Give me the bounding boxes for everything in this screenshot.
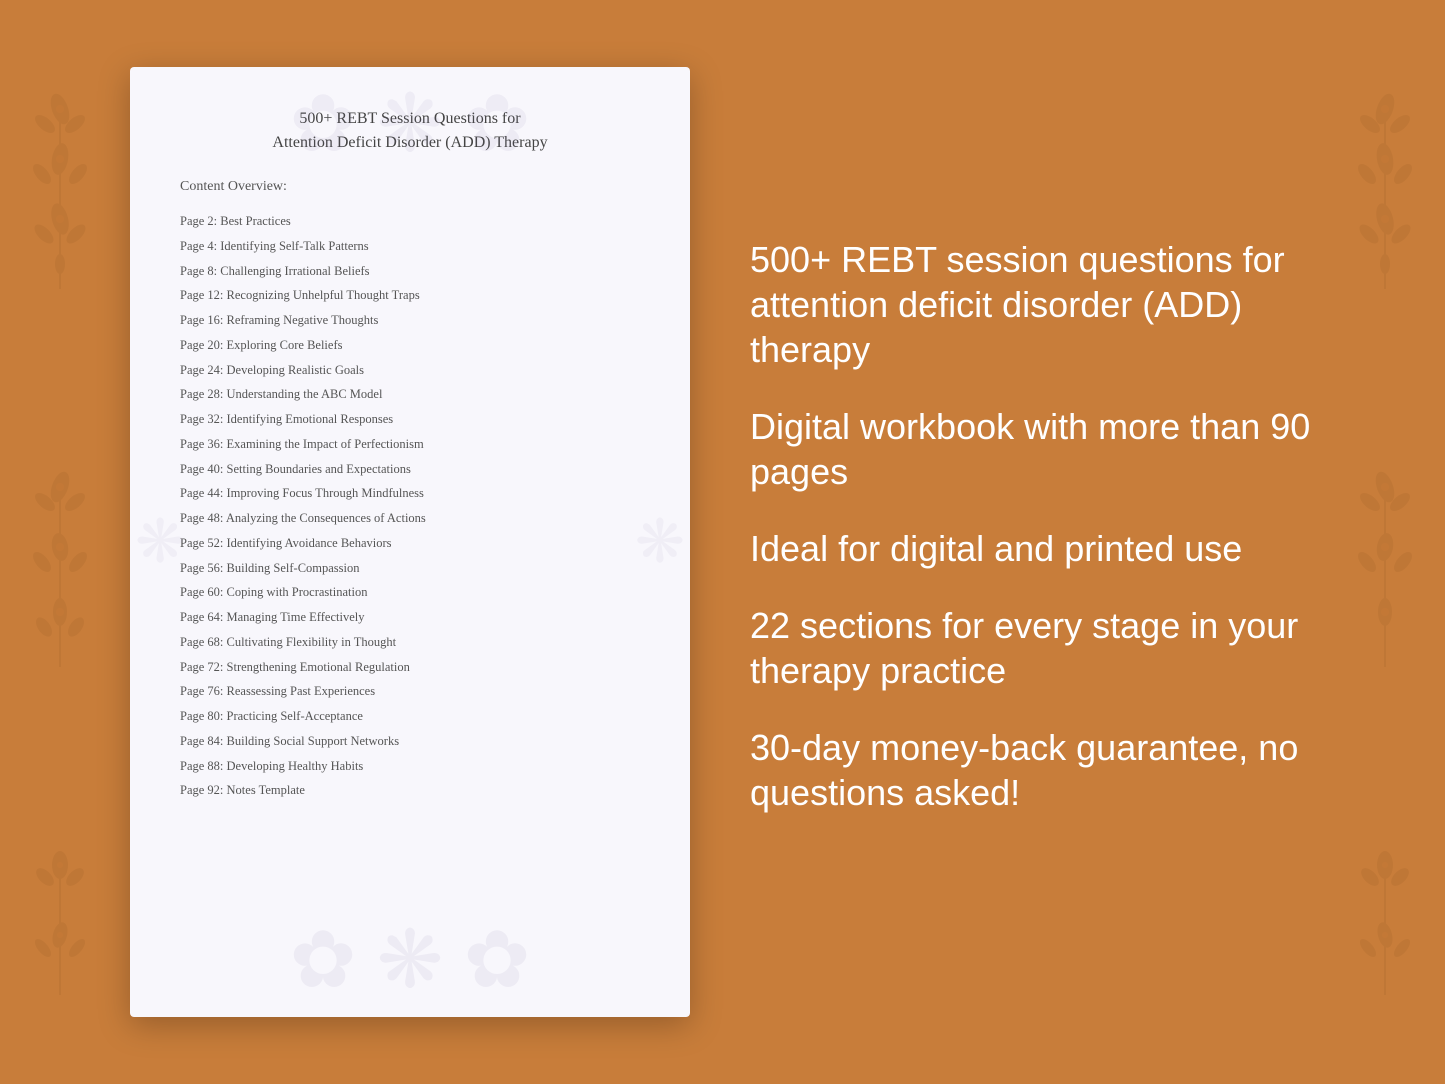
toc-item: Page 52: Identifying Avoidance Behaviors bbox=[180, 531, 640, 556]
toc-item: Page 92: Notes Template bbox=[180, 778, 640, 803]
toc-item: Page 16: Reframing Negative Thoughts bbox=[180, 308, 640, 333]
toc-item: Page 44: Improving Focus Through Mindful… bbox=[180, 481, 640, 506]
info-block-block5: 30-day money-back guarantee, no question… bbox=[750, 725, 1315, 815]
toc-item: Page 36: Examining the Impact of Perfect… bbox=[180, 432, 640, 457]
content-wrapper: ✿ ❋ ✿ ✿ ❋ ✿ ❋ ❋ 500+ REBT Session Questi… bbox=[0, 27, 1445, 1057]
toc-item: Page 32: Identifying Emotional Responses bbox=[180, 407, 640, 432]
toc-item: Page 60: Coping with Procrastination bbox=[180, 580, 640, 605]
toc-item: Page 84: Building Social Support Network… bbox=[180, 729, 640, 754]
toc-item: Page 56: Building Self-Compassion bbox=[180, 556, 640, 581]
toc-item: Page 72: Strengthening Emotional Regulat… bbox=[180, 655, 640, 680]
info-text-block5: 30-day money-back guarantee, no question… bbox=[750, 725, 1315, 815]
toc-item: Page 48: Analyzing the Consequences of A… bbox=[180, 506, 640, 531]
toc-item: Page 20: Exploring Core Beliefs bbox=[180, 333, 640, 358]
content-overview-label: Content Overview: bbox=[180, 179, 640, 195]
doc-watermark-left: ❋ bbox=[135, 507, 185, 577]
doc-title-line1: 500+ REBT Session Questions for bbox=[299, 110, 520, 127]
info-text-block2: Digital workbook with more than 90 pages bbox=[750, 404, 1315, 494]
toc-item: Page 80: Practicing Self-Acceptance bbox=[180, 704, 640, 729]
toc-item: Page 64: Managing Time Effectively bbox=[180, 605, 640, 630]
info-text-block4: 22 sections for every stage in your ther… bbox=[750, 603, 1315, 693]
document-title: 500+ REBT Session Questions for Attentio… bbox=[180, 107, 640, 155]
info-panel: 500+ REBT session questions for attentio… bbox=[750, 237, 1315, 847]
info-block-block2: Digital workbook with more than 90 pages bbox=[750, 404, 1315, 494]
toc-item: Page 4: Identifying Self-Talk Patterns bbox=[180, 234, 640, 259]
info-block-block3: Ideal for digital and printed use bbox=[750, 526, 1315, 571]
info-block-block4: 22 sections for every stage in your ther… bbox=[750, 603, 1315, 693]
info-text-block1: 500+ REBT session questions for attentio… bbox=[750, 237, 1315, 372]
toc-item: Page 8: Challenging Irrational Beliefs bbox=[180, 259, 640, 284]
toc-item: Page 40: Setting Boundaries and Expectat… bbox=[180, 457, 640, 482]
toc-item: Page 2: Best Practices bbox=[180, 209, 640, 234]
toc-item: Page 24: Developing Realistic Goals bbox=[180, 358, 640, 383]
doc-title-line2: Attention Deficit Disorder (ADD) Therapy bbox=[272, 134, 547, 151]
toc-item: Page 12: Recognizing Unhelpful Thought T… bbox=[180, 283, 640, 308]
toc-list: Page 2: Best PracticesPage 4: Identifyin… bbox=[180, 209, 640, 803]
toc-item: Page 88: Developing Healthy Habits bbox=[180, 754, 640, 779]
doc-watermark-right: ❋ bbox=[635, 507, 685, 577]
info-block-block1: 500+ REBT session questions for attentio… bbox=[750, 237, 1315, 372]
toc-item: Page 28: Understanding the ABC Model bbox=[180, 382, 640, 407]
toc-item: Page 68: Cultivating Flexibility in Thou… bbox=[180, 630, 640, 655]
doc-watermark-bottom: ✿ ❋ ✿ bbox=[130, 913, 690, 1007]
document: ✿ ❋ ✿ ✿ ❋ ✿ ❋ ❋ 500+ REBT Session Questi… bbox=[130, 67, 690, 1017]
info-text-block3: Ideal for digital and printed use bbox=[750, 526, 1315, 571]
toc-item: Page 76: Reassessing Past Experiences bbox=[180, 679, 640, 704]
